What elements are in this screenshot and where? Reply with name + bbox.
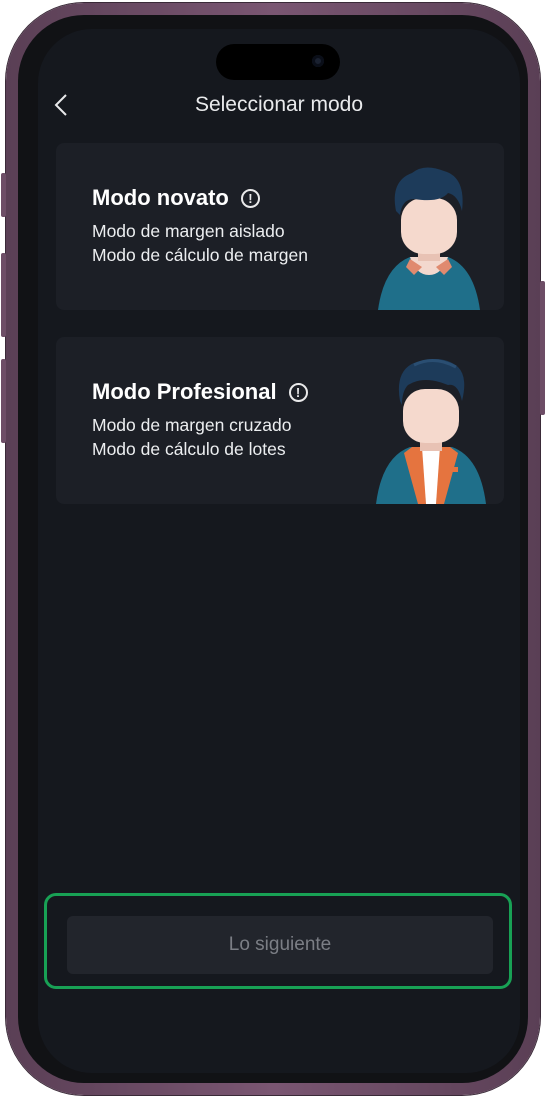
page-title: Seleccionar modo xyxy=(194,93,364,116)
mode-title: Modo Profesional xyxy=(92,379,277,404)
mode-description-line: Modo de cálculo de margen xyxy=(92,245,308,265)
screen: Seleccionar modo Modo novato ! Modo de m… xyxy=(38,29,520,1073)
mode-description-line: Modo de margen cruzado xyxy=(92,415,292,435)
volume-up-button xyxy=(1,253,6,337)
mode-card-professional[interactable]: Modo Profesional ! Modo de margen cruzad… xyxy=(56,337,504,504)
action-button xyxy=(1,173,6,217)
camera-icon xyxy=(312,55,324,67)
mode-description-line: Modo de cálculo de lotes xyxy=(92,439,286,459)
top-bar: Seleccionar modo xyxy=(38,87,520,123)
novice-avatar xyxy=(378,167,480,310)
power-button xyxy=(540,281,545,415)
mode-card-novice[interactable]: Modo novato ! Modo de margen aislado Mod… xyxy=(56,143,504,310)
mode-title-row: Modo Profesional ! xyxy=(92,379,308,405)
info-icon[interactable]: ! xyxy=(240,188,260,208)
info-icon[interactable]: ! xyxy=(288,382,308,402)
phone-frame: Seleccionar modo Modo novato ! Modo de m… xyxy=(1,3,545,1095)
next-button[interactable]: Lo siguiente xyxy=(67,916,493,974)
professional-avatar xyxy=(376,359,486,504)
volume-down-button xyxy=(1,359,6,443)
mode-title: Modo novato xyxy=(92,185,229,210)
dynamic-island xyxy=(216,44,340,80)
mode-description-line: Modo de margen aislado xyxy=(92,221,285,241)
mode-title-row: Modo novato ! xyxy=(92,185,260,211)
